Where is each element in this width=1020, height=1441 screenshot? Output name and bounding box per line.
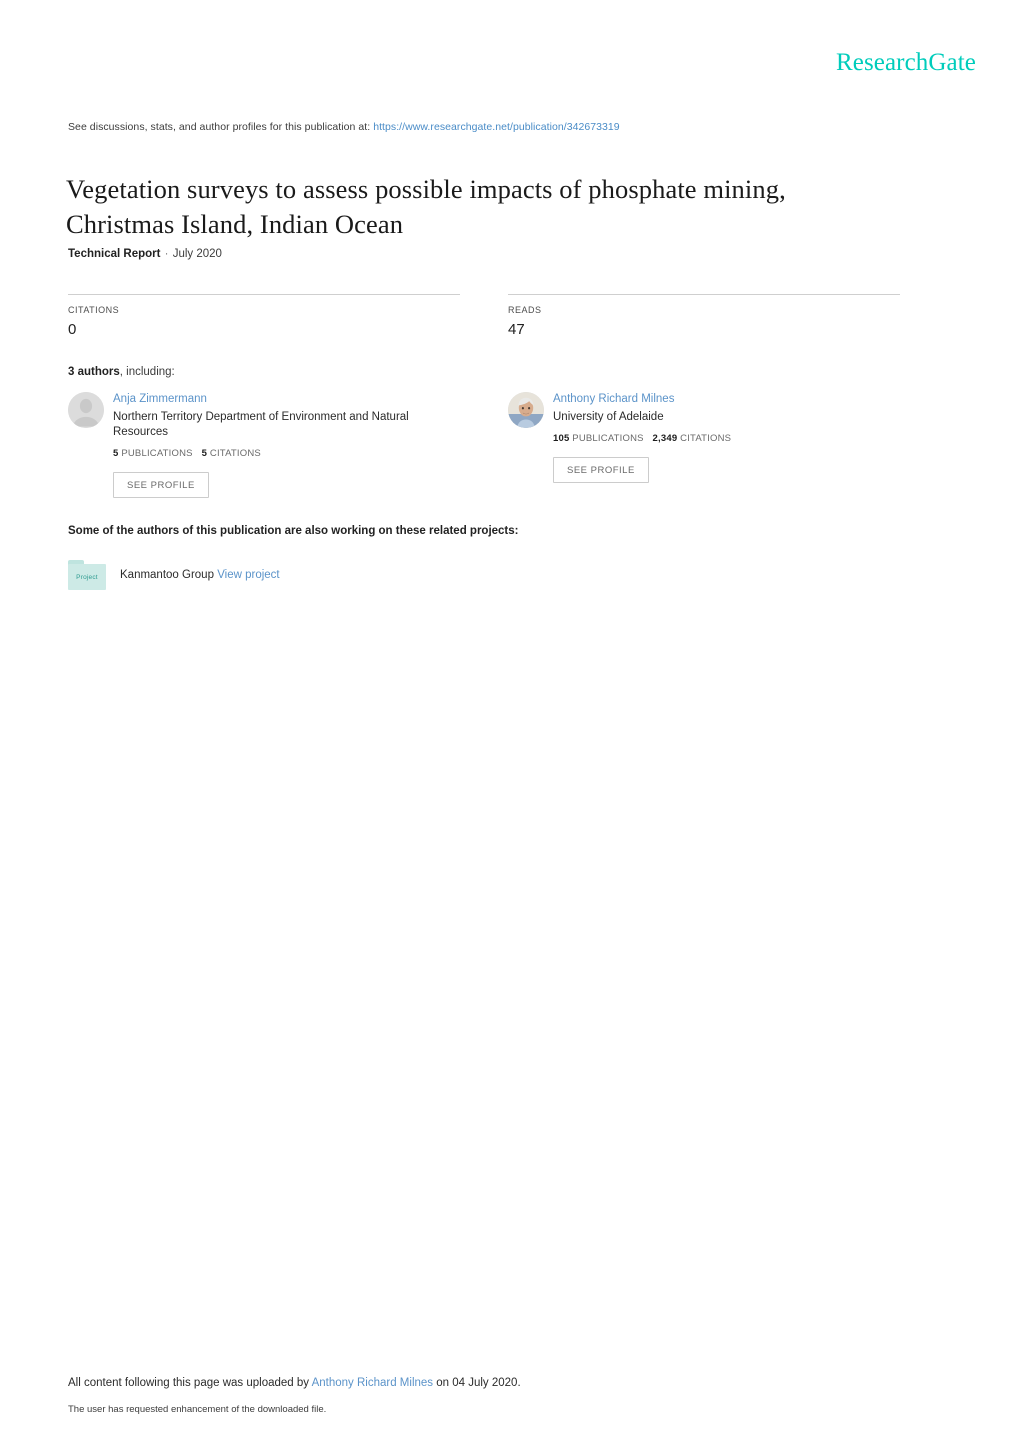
- project-item: Project Kanmantoo Group View project: [68, 560, 280, 590]
- publication-type: Technical Report: [68, 248, 161, 260]
- stat-value: 0: [68, 321, 77, 338]
- discussion-prefix: See discussions, stats, and author profi…: [68, 121, 371, 133]
- author-citations-label: CITATIONS: [209, 448, 261, 459]
- footer-upload-line: All content following this page was uplo…: [68, 1377, 521, 1389]
- author-affiliation: Northern Territory Department of Environ…: [113, 411, 409, 438]
- stats-row: CITATIONS 0 READS 47: [68, 294, 908, 338]
- author-card: Anthony Richard Milnes University of Ade…: [508, 392, 900, 498]
- avatar: [68, 392, 104, 428]
- stat-value: 47: [508, 321, 525, 338]
- view-project-link[interactable]: View project: [217, 569, 279, 581]
- publication-date: July 2020: [172, 248, 222, 260]
- publication-type-row: Technical Report · July 2020: [68, 248, 222, 260]
- author-stats: 105 PUBLICATIONS 2,349 CITATIONS: [553, 433, 731, 444]
- author-citations-count: 5: [201, 448, 208, 459]
- stat-label: READS: [508, 305, 542, 315]
- author-body: Anja Zimmermann Northern Territory Depar…: [113, 392, 460, 498]
- see-profile-button[interactable]: SEE PROFILE: [553, 457, 649, 483]
- author-name-link[interactable]: Anja Zimmermann: [113, 392, 460, 406]
- author-stats: 5 PUBLICATIONS 5 CITATIONS: [113, 448, 460, 459]
- stat-reads: READS 47: [508, 294, 900, 338]
- project-label: Kanmantoo Group View project: [120, 569, 280, 581]
- authors-heading: 3 authors, including:: [68, 366, 175, 378]
- project-name: Kanmantoo Group: [120, 569, 214, 581]
- see-profile-button[interactable]: SEE PROFILE: [113, 472, 209, 498]
- related-projects-heading: Some of the authors of this publication …: [68, 525, 519, 537]
- person-photo-icon: [508, 392, 544, 428]
- publication-cover-page: ResearchGate See discussions, stats, and…: [0, 0, 1020, 1441]
- author-affiliation: University of Adelaide: [553, 411, 664, 423]
- researchgate-brand: ResearchGate: [836, 50, 976, 75]
- avatar: [508, 392, 544, 428]
- author-publications-label: PUBLICATIONS: [572, 433, 644, 444]
- author-publications-count: 5: [113, 448, 119, 459]
- footer-upload-prefix: All content following this page was uplo…: [68, 1377, 310, 1389]
- author-citations-label: CITATIONS: [680, 433, 732, 444]
- researchgate-logo[interactable]: ResearchGate: [836, 50, 976, 75]
- author-citations-count: 2,349: [652, 433, 678, 444]
- author-publications-count: 105: [553, 433, 570, 444]
- footer-uploader-link[interactable]: Anthony Richard Milnes: [312, 1377, 433, 1389]
- authors-count: 3 authors: [68, 366, 120, 378]
- author-publications-label: PUBLICATIONS: [121, 448, 193, 459]
- stat-label: CITATIONS: [68, 305, 120, 315]
- page-title: Vegetation surveys to assess possible im…: [66, 173, 786, 239]
- footer-note: The user has requested enhancement of th…: [68, 1404, 327, 1415]
- authors-count-suffix: , including:: [119, 366, 175, 378]
- stat-citations: CITATIONS 0: [68, 294, 460, 338]
- stat-divider: [68, 294, 460, 295]
- publication-url-link[interactable]: https://www.researchgate.net/publication…: [373, 121, 620, 133]
- discussion-line: See discussions, stats, and author profi…: [68, 121, 620, 133]
- author-body: Anthony Richard Milnes University of Ade…: [553, 392, 731, 483]
- author-card: Anja Zimmermann Northern Territory Depar…: [68, 392, 460, 498]
- project-folder-icon: Project: [68, 560, 106, 590]
- publication-separator: ·: [164, 248, 169, 260]
- author-name-link[interactable]: Anthony Richard Milnes: [553, 392, 731, 406]
- authors-list: Anja Zimmermann Northern Territory Depar…: [68, 392, 948, 498]
- project-icon-label: Project: [76, 573, 98, 581]
- stat-divider: [508, 294, 900, 295]
- footer-upload-suffix: on 04 July 2020.: [436, 1377, 521, 1389]
- person-placeholder-icon: [68, 392, 104, 428]
